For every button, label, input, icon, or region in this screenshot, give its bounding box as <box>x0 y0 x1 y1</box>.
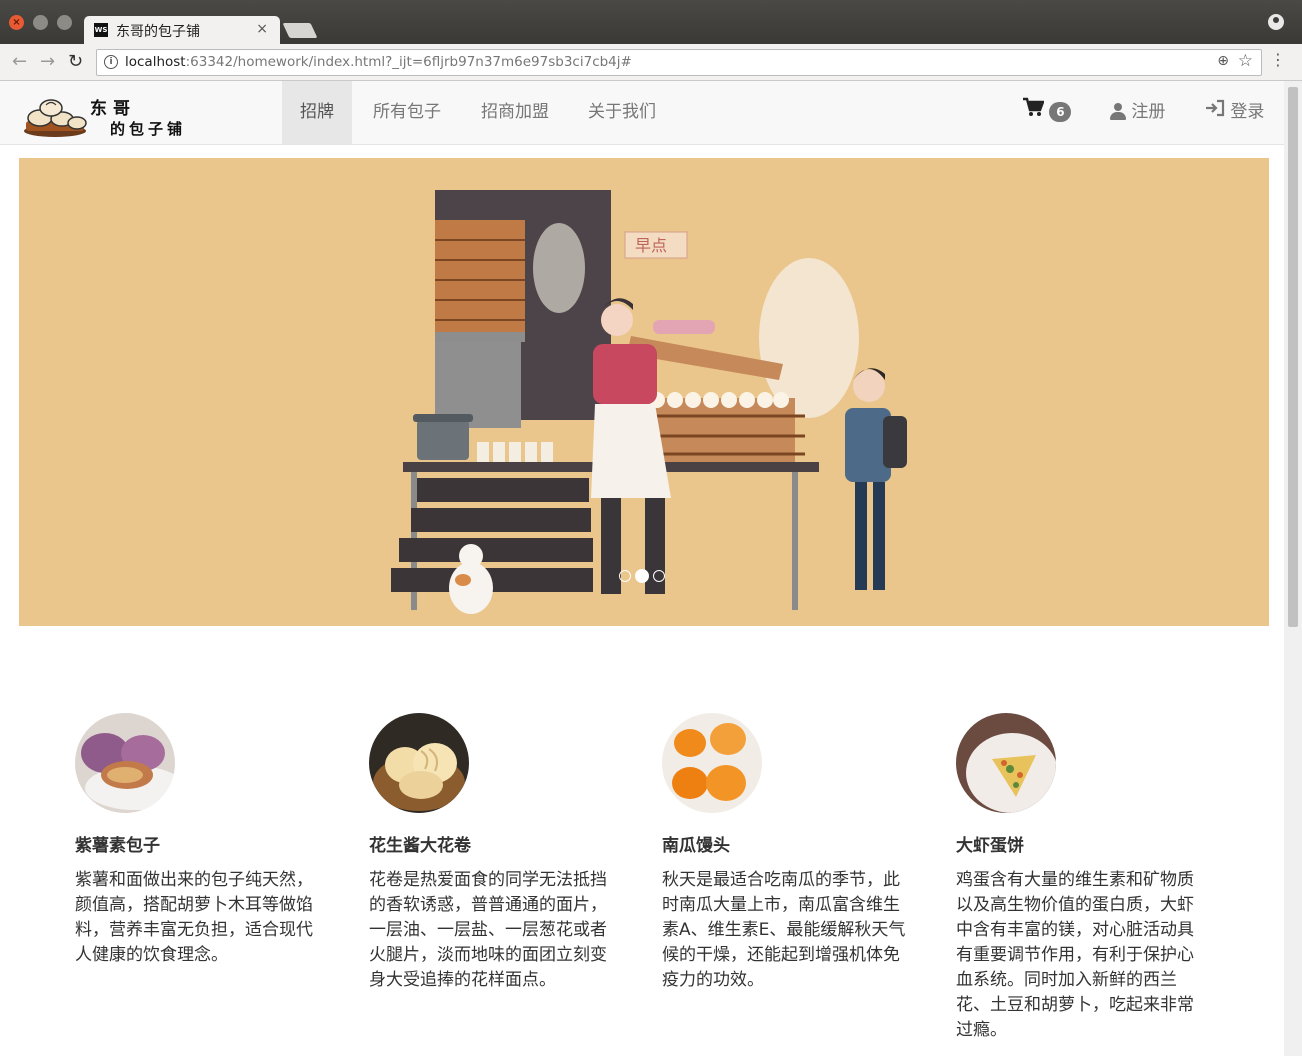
nav-item-franchise[interactable]: 招商加盟 <box>463 81 567 144</box>
back-arrow-icon[interactable]: ← <box>12 51 27 72</box>
carousel-indicators <box>617 567 667 583</box>
feature-card: 大虾蛋饼 鸡蛋含有大量的维生素和矿物质以及高生物价值的蛋白质，大虾中含有丰富的镁… <box>956 713 1206 1043</box>
feature-description: 花卷是热爱面食的同学无法抵挡的香软诱惑，普普通通的面片，一层油、一层盐、一层葱花… <box>369 870 607 990</box>
nav-item-about-us[interactable]: 关于我们 <box>570 81 674 144</box>
shrimp-omelette-image[interactable] <box>956 713 1056 813</box>
feature-card: 紫薯素包子 紫薯和面做出来的包子纯天然，颜值高，搭配胡萝卜木耳等做馅料，营养丰富… <box>75 713 325 968</box>
feature-card: 南瓜馒头 秋天是最适合吃南瓜的季节，此时南瓜大量上市，南瓜富含维生素A、维生素E… <box>662 713 912 993</box>
url-host: localhost <box>125 54 186 70</box>
carousel-dot-2[interactable] <box>635 569 649 583</box>
bookmark-star-icon[interactable]: ☆ <box>1238 51 1253 71</box>
hero-carousel[interactable]: 早点 <box>19 158 1269 626</box>
url-path: :63342/homework/index.html?_ijt=6fljrb97… <box>185 54 632 70</box>
cart-count-badge: 6 <box>1049 102 1072 122</box>
site-navbar: 东哥 的包子铺 招牌 所有包子 招商加盟 关于我们 6 注册 登录 <box>0 81 1284 145</box>
feature-description: 秋天是最适合吃南瓜的季节，此时南瓜大量上市，南瓜富含维生素A、维生素E、最能缓解… <box>662 870 906 990</box>
window-minimize-button[interactable] <box>33 15 48 30</box>
browser-menu-icon[interactable]: ⋮ <box>1270 52 1286 68</box>
pumpkin-bun-image[interactable] <box>662 713 762 813</box>
reload-icon[interactable]: ↻ <box>68 51 83 72</box>
cart-link[interactable]: 6 <box>1022 81 1072 144</box>
baozi-logo-icon <box>24 99 87 137</box>
register-link[interactable]: 注册 <box>1110 81 1165 144</box>
flower-roll-image[interactable] <box>369 713 469 813</box>
tab-close-icon[interactable]: × <box>256 21 268 37</box>
purple-sweet-potato-bun-image[interactable] <box>75 713 175 813</box>
feature-card: 花生酱大花卷 花卷是热爱面食的同学无法抵挡的香软诱惑，普普通通的面片，一层油、一… <box>369 713 619 993</box>
nav-item-all-baozi[interactable]: 所有包子 <box>355 81 459 144</box>
nav-item-signature[interactable]: 招牌 <box>282 81 352 144</box>
profile-icon[interactable] <box>1268 14 1284 30</box>
page-scrollbar[interactable] <box>1284 81 1302 1056</box>
browser-tab[interactable]: WS 东哥的包子铺 × <box>84 16 280 44</box>
tab-title: 东哥的包子铺 <box>116 24 200 40</box>
sign-text: 早点 <box>635 236 667 255</box>
feature-title: 大虾蛋饼 <box>956 836 1024 856</box>
feature-description: 鸡蛋含有大量的维生素和矿物质以及高生物价值的蛋白质，大虾中含有丰富的镁，对心脏活… <box>956 870 1194 1040</box>
window-close-button[interactable]: × <box>9 15 24 30</box>
address-bar[interactable]: i localhost:63342/homework/index.html?_i… <box>96 49 1262 76</box>
feature-description: 紫薯和面做出来的包子纯天然，颜值高，搭配胡萝卜木耳等做馅料，营养丰富无负担，适合… <box>75 870 313 965</box>
login-link[interactable]: 登录 <box>1205 81 1264 144</box>
new-tab-button[interactable] <box>282 23 318 38</box>
scrollbar-thumb[interactable] <box>1288 87 1298 627</box>
logo-text-line1: 东哥 <box>90 99 136 119</box>
user-icon <box>1110 103 1126 121</box>
feature-title: 紫薯素包子 <box>75 836 160 856</box>
url-text[interactable]: localhost:63342/homework/index.html?_ijt… <box>125 54 632 70</box>
window-titlebar: × WS 东哥的包子铺 × <box>0 0 1302 44</box>
zoom-icon[interactable]: ⊕ <box>1217 53 1229 69</box>
feature-title: 花生酱大花卷 <box>369 836 471 856</box>
login-icon <box>1205 81 1225 143</box>
shopping-cart-icon <box>1022 81 1045 143</box>
site-logo[interactable]: 东哥 的包子铺 <box>22 91 192 139</box>
register-label: 注册 <box>1131 102 1166 122</box>
site-info-icon[interactable]: i <box>104 55 118 69</box>
webstorm-favicon-icon: WS <box>94 23 108 37</box>
carousel-dot-3[interactable] <box>653 570 665 582</box>
login-label: 登录 <box>1230 102 1265 122</box>
page-viewport: 东哥 的包子铺 招牌 所有包子 招商加盟 关于我们 6 注册 登录 早点 紫薯素… <box>0 81 1284 1056</box>
forward-arrow-icon[interactable]: → <box>40 51 55 72</box>
window-maximize-button[interactable] <box>57 15 72 30</box>
browser-toolbar: ← → ↻ i localhost:63342/homework/index.h… <box>0 44 1302 81</box>
feature-title: 南瓜馒头 <box>662 836 730 856</box>
breakfast-shop-illustration: 早点 <box>19 158 1269 626</box>
carousel-dot-1[interactable] <box>619 570 631 582</box>
logo-text-line2: 的包子铺 <box>110 120 187 138</box>
